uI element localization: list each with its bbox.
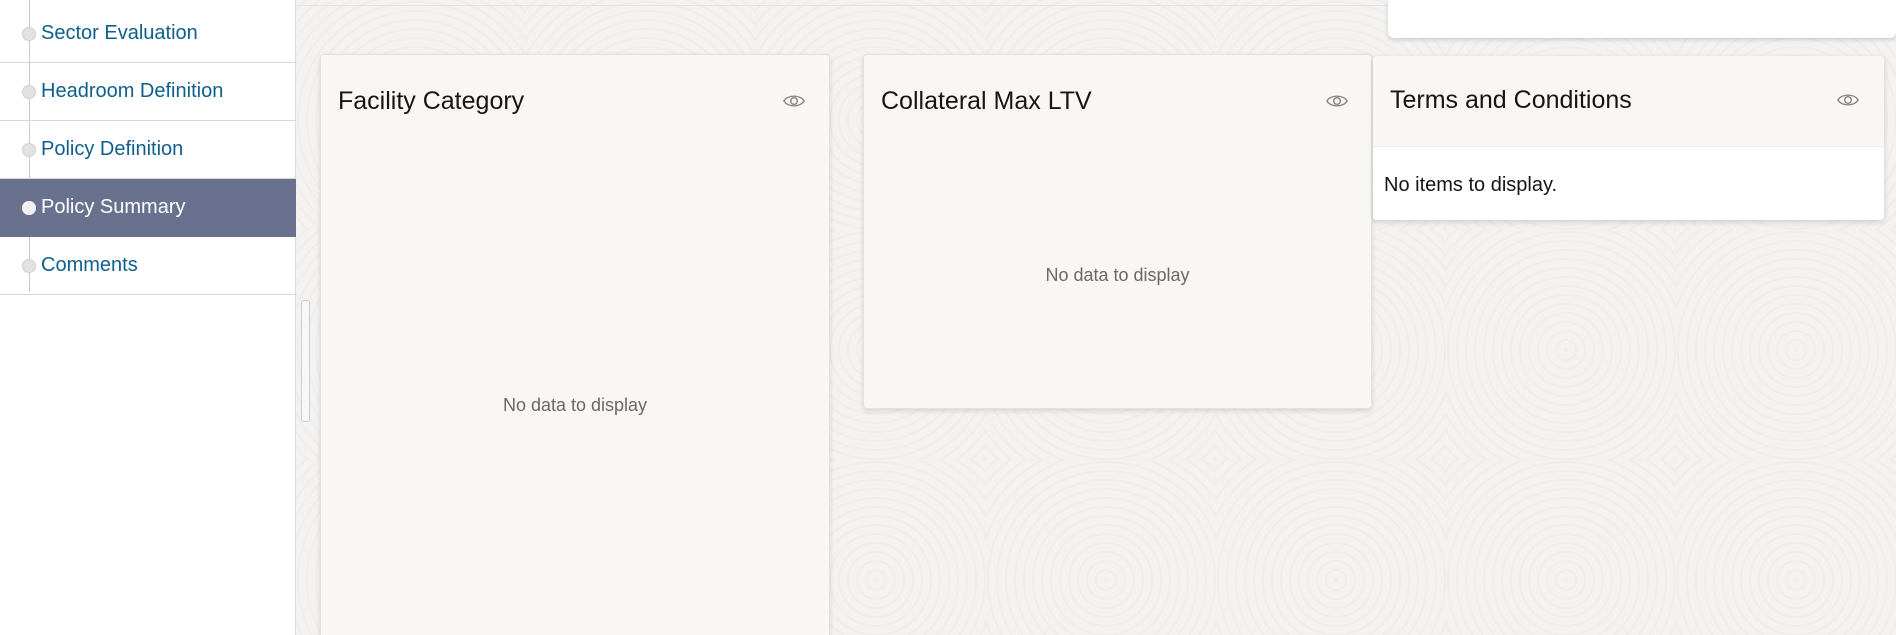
card-title: Collateral Max LTV: [881, 87, 1092, 115]
terms-and-conditions-card: Terms and Conditions No items to display…: [1373, 56, 1884, 220]
collateral-max-ltv-card: Collateral Max LTV No data to display: [863, 54, 1372, 409]
sidebar-item-label: Sector Evaluation: [41, 22, 198, 44]
facility-category-card: Facility Category No data to display: [320, 54, 830, 635]
sidebar-item-policy-summary[interactable]: Policy Summary: [0, 179, 296, 237]
empty-state-text: No data to display: [502, 395, 648, 415]
empty-state-text: No items to display.: [1384, 174, 1558, 196]
eye-icon[interactable]: [783, 91, 805, 111]
eye-icon[interactable]: [1326, 91, 1348, 111]
step-dot-icon: [22, 142, 36, 157]
step-dot-icon: [22, 258, 36, 273]
card-title: Terms and Conditions: [1390, 86, 1632, 114]
sidebar-item-label: Comments: [41, 254, 138, 276]
sidebar-item-label: Headroom Definition: [41, 80, 224, 102]
sidebar-item-label: Policy Summary: [41, 196, 186, 218]
step-dot-icon: [22, 26, 36, 41]
step-dot-icon: [22, 200, 36, 215]
sidebar-item-comments[interactable]: Comments: [0, 237, 296, 295]
sidebar-item-policy-definition[interactable]: Policy Definition: [0, 121, 296, 179]
step-dot-icon: [22, 84, 36, 99]
sidebar-item-headroom-definition[interactable]: Headroom Definition: [0, 63, 296, 121]
eye-icon[interactable]: [1837, 90, 1859, 110]
sidebar-nav: Sector Evaluation Headroom Definition Po…: [0, 0, 296, 635]
top-card-partial: [1388, 0, 1896, 38]
card-title: Facility Category: [338, 87, 525, 115]
empty-state-text: No data to display: [1045, 265, 1190, 285]
scroll-handle[interactable]: [301, 300, 310, 422]
sidebar-item-sector-evaluation[interactable]: Sector Evaluation: [0, 5, 296, 63]
sidebar-item-label: Policy Definition: [41, 138, 184, 160]
